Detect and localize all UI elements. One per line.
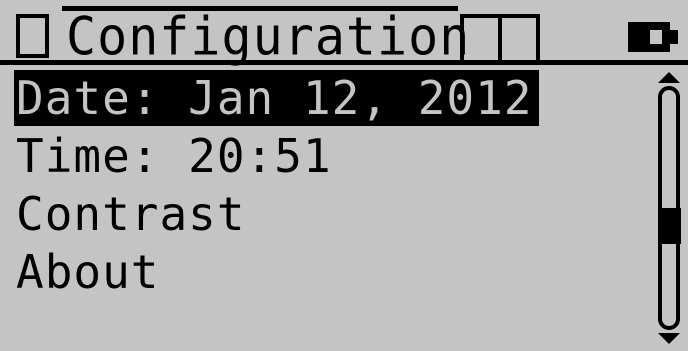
title-divider bbox=[0, 60, 688, 65]
scroll-thumb[interactable] bbox=[659, 208, 681, 244]
menu-item-contrast[interactable]: Contrast bbox=[12, 186, 652, 244]
menu-item-date[interactable]: Date: Jan 12, 2012 bbox=[12, 70, 652, 128]
menu-item-time[interactable]: Time: 20:51 bbox=[12, 128, 652, 186]
scrollbar[interactable] bbox=[656, 72, 682, 344]
page-title: Configuration bbox=[66, 6, 471, 67]
menu-item-label: Time: 20:51 bbox=[16, 129, 332, 183]
arrow-up-icon[interactable] bbox=[658, 72, 680, 83]
title-bar: Configuration bbox=[0, 0, 688, 67]
config-menu: Date: Jan 12, 2012 Time: 20:51 Contrast … bbox=[12, 70, 652, 302]
menu-item-label: Date: Jan 12, 2012 bbox=[14, 70, 539, 126]
menu-item-label: Contrast bbox=[16, 187, 246, 241]
arrow-down-icon[interactable] bbox=[658, 333, 680, 344]
battery-icon bbox=[628, 22, 680, 52]
menu-item-about[interactable]: About bbox=[12, 244, 652, 302]
menu-item-label: About bbox=[16, 245, 160, 299]
panels-icon bbox=[460, 14, 540, 60]
frame-icon bbox=[16, 14, 49, 58]
